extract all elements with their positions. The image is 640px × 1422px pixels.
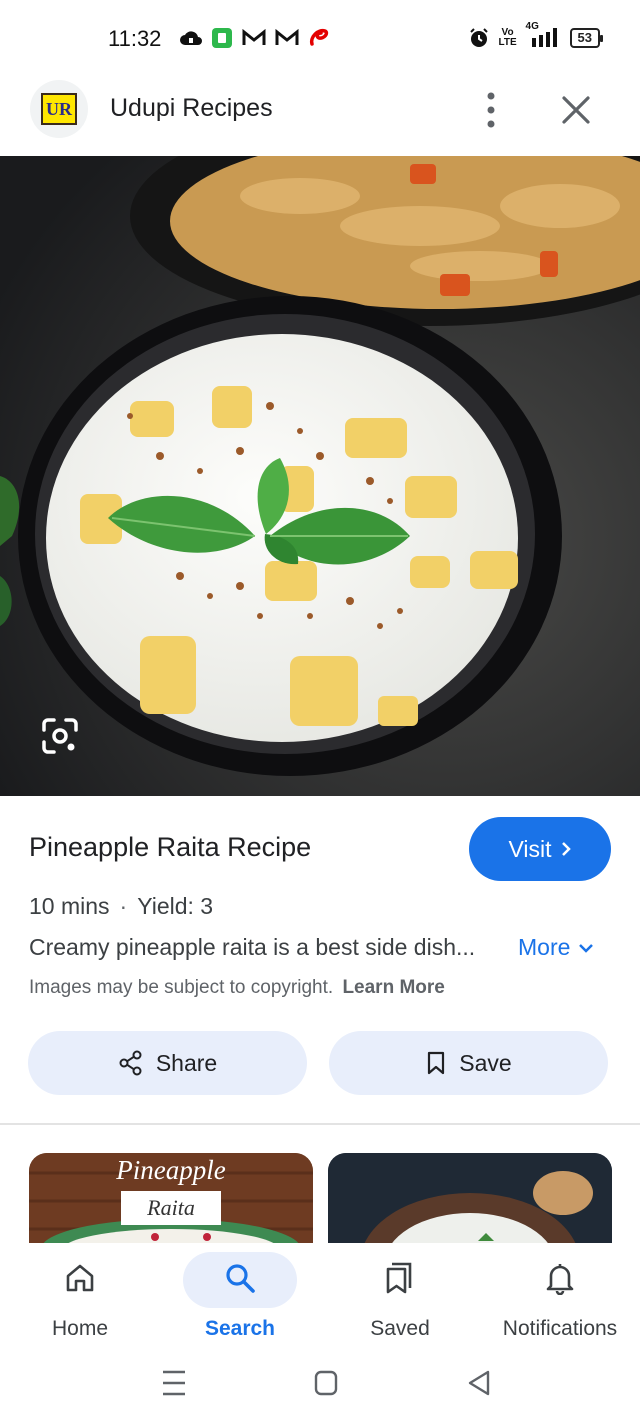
cloud-upload-icon (180, 27, 202, 49)
more-button[interactable]: More (518, 934, 594, 961)
4g-signal-icon: 4G (526, 21, 560, 49)
saved-icon (386, 1262, 412, 1294)
copyright-notice: Images may be subject to copyright. Lear… (29, 977, 445, 999)
gmail-icon (275, 27, 299, 49)
recents-button[interactable] (154, 1367, 194, 1399)
learn-more-link[interactable]: Learn More (342, 977, 444, 998)
airtel-icon (308, 27, 330, 49)
status-bar: 11:32 Vo LTE 4G 53 (0, 0, 640, 80)
bell-icon (546, 1264, 574, 1295)
raita-thumbnail-image (328, 1153, 612, 1245)
raita-bowl-illustration (0, 156, 640, 796)
back-button[interactable] (460, 1367, 500, 1399)
home-icon (66, 1264, 94, 1292)
nav-home-label: Home (51, 1317, 109, 1340)
visit-button[interactable]: Visit (469, 817, 611, 881)
thumbnail-title: Pineapple (116, 1155, 226, 1185)
save-button[interactable]: Save (329, 1031, 608, 1095)
share-label: Share (155, 1049, 218, 1076)
nav-notifications[interactable]: Notifications (480, 1243, 640, 1353)
section-divider (0, 1123, 640, 1125)
recipe-image[interactable] (0, 156, 640, 796)
google-lens-icon (42, 718, 78, 754)
recipe-description: Creamy pineapple raita is a best side di… (29, 934, 476, 960)
related-result-thumbnail[interactable]: Pineapple Raita (29, 1153, 313, 1245)
chevron-down-icon (579, 943, 594, 953)
home-square-icon (314, 1370, 338, 1396)
site-name[interactable]: Udupi Recipes (110, 94, 273, 123)
screen: 11:32 Vo LTE 4G 53 UR Udupi Recipes Pine… (0, 0, 640, 1422)
gmail-icon (242, 27, 266, 49)
related-result-thumbnail[interactable] (328, 1153, 612, 1245)
cook-time: 10 mins (29, 893, 110, 919)
recents-icon (163, 1370, 185, 1396)
battery-indicator: 53 (569, 28, 604, 48)
nav-search-label: Search (204, 1317, 276, 1340)
recipe-title: Pineapple Raita Recipe (29, 832, 312, 862)
meta-separator: · (119, 893, 128, 919)
more-vert-icon (487, 92, 495, 128)
nav-search[interactable]: Search (160, 1243, 320, 1353)
source-header: UR Udupi Recipes (0, 80, 640, 156)
search-icon (226, 1264, 255, 1293)
notification-icons (180, 27, 330, 49)
more-label: More (518, 934, 571, 960)
close-icon (562, 96, 590, 124)
status-time: 11:32 (108, 26, 162, 51)
copyright-text: Images may be subject to copyright. (29, 977, 334, 998)
alarm-icon (468, 27, 490, 49)
share-button[interactable]: Share (28, 1031, 307, 1095)
visit-label: Visit (508, 835, 552, 862)
nav-saved[interactable]: Saved (320, 1243, 480, 1353)
site-logo[interactable]: UR (30, 80, 88, 138)
lens-button[interactable] (40, 716, 80, 756)
green-app-icon (211, 27, 233, 49)
thumbnail-subtitle: Raita (121, 1191, 221, 1225)
recipe-meta: 10 mins · Yield: 3 (29, 893, 213, 920)
more-options-button[interactable] (474, 88, 508, 132)
site-logo-text: UR (41, 93, 77, 125)
volte-icon: Vo LTE (498, 27, 517, 48)
save-label: Save (459, 1049, 512, 1076)
chevron-right-icon (561, 842, 571, 856)
nav-home[interactable]: Home (0, 1243, 160, 1353)
bookmark-icon (428, 1051, 445, 1075)
status-right-icons: Vo LTE 4G 53 (468, 21, 604, 49)
back-triangle-icon (468, 1370, 490, 1396)
nav-notifications-label: Notifications (502, 1317, 618, 1340)
share-icon (119, 1050, 142, 1076)
close-button[interactable] (554, 88, 598, 132)
system-navigation-bar (0, 1353, 640, 1422)
home-system-button[interactable] (306, 1367, 346, 1399)
bottom-navigation: Home Search Saved Notifications (0, 1243, 640, 1353)
recipe-yield: Yield: 3 (137, 893, 214, 919)
nav-saved-label: Saved (370, 1317, 430, 1340)
